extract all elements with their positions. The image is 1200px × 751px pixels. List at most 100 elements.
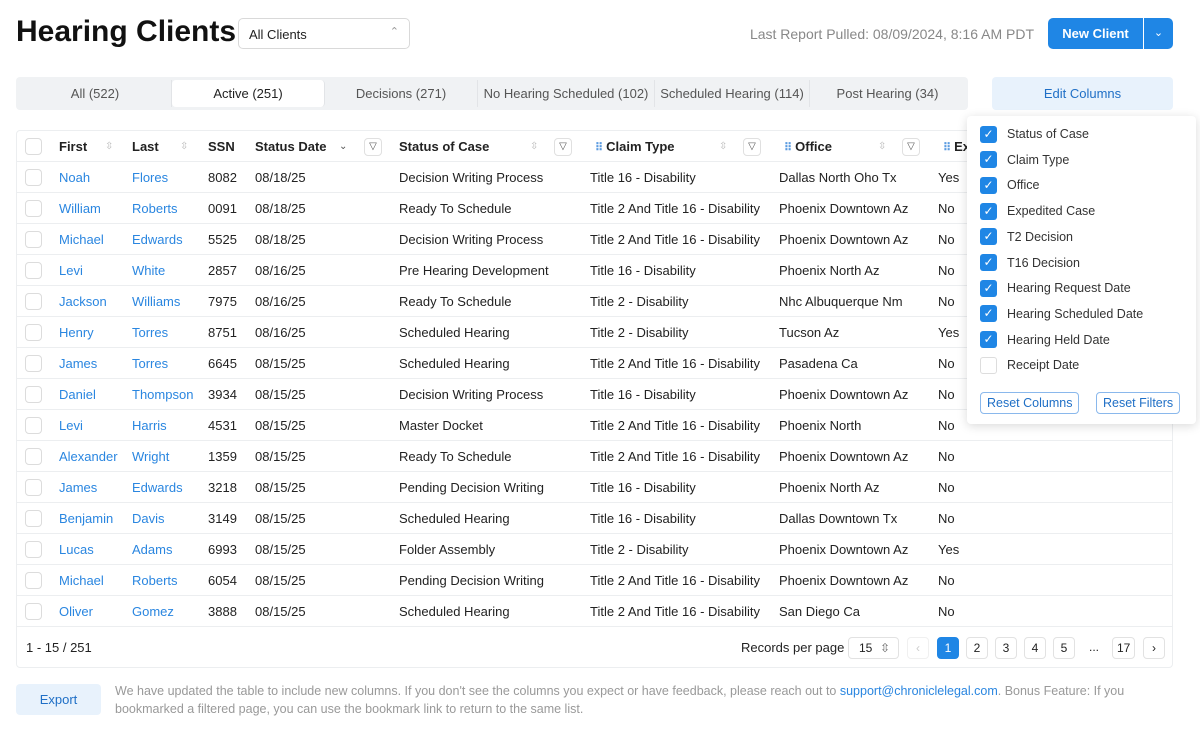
first-name-link[interactable]: Levi <box>59 410 83 441</box>
column-option[interactable]: ✓Office <box>980 175 1039 195</box>
edit-columns-button[interactable]: Edit Columns <box>992 77 1173 110</box>
first-name-link[interactable]: Daniel <box>59 379 96 410</box>
last-name-link[interactable]: Edwards <box>132 472 183 503</box>
row-checkbox[interactable] <box>25 541 42 558</box>
row-checkbox[interactable] <box>25 200 42 217</box>
checkbox-icon[interactable] <box>980 357 997 374</box>
last-name-link[interactable]: Torres <box>132 317 168 348</box>
select-all-checkbox[interactable] <box>25 138 42 155</box>
row-checkbox[interactable] <box>25 572 42 589</box>
last-name-link[interactable]: Thompson <box>132 379 193 410</box>
last-name-link[interactable]: Williams <box>132 286 180 317</box>
first-name-link[interactable]: James <box>59 472 97 503</box>
filter-icon[interactable]: ▽ <box>902 138 920 156</box>
export-button[interactable]: Export <box>16 684 101 715</box>
column-option[interactable]: ✓Hearing Scheduled Date <box>980 304 1143 324</box>
row-checkbox[interactable] <box>25 262 42 279</box>
checkbox-icon[interactable]: ✓ <box>980 126 997 143</box>
drag-handle-icon[interactable]: ⠿ <box>784 142 795 154</box>
sort-icon[interactable]: ⇳ <box>719 131 727 162</box>
first-name-link[interactable]: Michael <box>59 565 104 596</box>
header-status-date[interactable]: Status Date <box>255 131 327 162</box>
column-option[interactable]: ✓T16 Decision <box>980 253 1080 273</box>
checkbox-icon[interactable]: ✓ <box>980 331 997 348</box>
page-button[interactable]: 17 <box>1112 637 1135 659</box>
row-checkbox[interactable] <box>25 231 42 248</box>
next-page-button[interactable]: › <box>1143 637 1165 659</box>
last-name-link[interactable]: Harris <box>132 410 167 441</box>
first-name-link[interactable]: James <box>59 348 97 379</box>
row-checkbox[interactable] <box>25 417 42 434</box>
first-name-link[interactable]: Oliver <box>59 596 93 627</box>
first-name-link[interactable]: Alexander <box>59 441 118 472</box>
page-button[interactable]: 2 <box>966 637 988 659</box>
reset-columns-button[interactable]: Reset Columns <box>980 392 1079 414</box>
first-name-link[interactable]: Benjamin <box>59 503 113 534</box>
sort-icon[interactable]: ⇳ <box>105 131 113 162</box>
filter-icon[interactable]: ▽ <box>743 138 761 156</box>
first-name-link[interactable]: Henry <box>59 317 94 348</box>
column-option[interactable]: ✓Claim Type <box>980 150 1069 170</box>
row-checkbox[interactable] <box>25 510 42 527</box>
sort-icon[interactable]: ⇳ <box>530 131 538 162</box>
client-filter-select[interactable]: All Clients⌃ <box>238 18 410 49</box>
first-name-link[interactable]: Levi <box>59 255 83 286</box>
column-option[interactable]: ✓Expedited Case <box>980 201 1095 221</box>
row-checkbox[interactable] <box>25 169 42 186</box>
checkbox-icon[interactable]: ✓ <box>980 151 997 168</box>
tab-post-hearing[interactable]: Post Hearing (34) <box>810 80 965 107</box>
checkbox-icon[interactable]: ✓ <box>980 280 997 297</box>
support-email-link[interactable]: support@chroniclelegal.com <box>840 684 998 698</box>
last-name-link[interactable]: White <box>132 255 165 286</box>
header-ssn[interactable]: SSN <box>208 131 235 162</box>
first-name-link[interactable]: Lucas <box>59 534 94 565</box>
checkbox-icon[interactable]: ✓ <box>980 254 997 271</box>
tab-no-hearing-scheduled[interactable]: No Hearing Scheduled (102) <box>478 80 655 107</box>
row-checkbox[interactable] <box>25 479 42 496</box>
tab-scheduled-hearing[interactable]: Scheduled Hearing (114) <box>655 80 810 107</box>
chevron-down-icon[interactable]: ⌄ <box>339 131 347 162</box>
checkbox-icon[interactable]: ✓ <box>980 203 997 220</box>
prev-page-button[interactable]: ‹ <box>907 637 929 659</box>
first-name-link[interactable]: Michael <box>59 224 104 255</box>
column-option[interactable]: ✓T2 Decision <box>980 227 1073 247</box>
column-option[interactable]: ✓Hearing Held Date <box>980 330 1110 350</box>
header-status-of-case[interactable]: Status of Case <box>399 131 489 162</box>
column-option[interactable]: ✓Status of Case <box>980 124 1089 144</box>
sort-icon[interactable]: ⇳ <box>180 131 188 162</box>
row-checkbox[interactable] <box>25 324 42 341</box>
row-checkbox[interactable] <box>25 386 42 403</box>
checkbox-icon[interactable]: ✓ <box>980 305 997 322</box>
checkbox-icon[interactable]: ✓ <box>980 228 997 245</box>
filter-icon[interactable]: ▽ <box>554 138 572 156</box>
last-name-link[interactable]: Edwards <box>132 224 183 255</box>
last-name-link[interactable]: Gomez <box>132 596 174 627</box>
drag-handle-icon[interactable]: ⠿ <box>943 142 954 154</box>
page-button[interactable]: 5 <box>1053 637 1075 659</box>
page-button[interactable]: 4 <box>1024 637 1046 659</box>
header-first[interactable]: First <box>59 131 87 162</box>
last-name-link[interactable]: Wright <box>132 441 169 472</box>
row-checkbox[interactable] <box>25 293 42 310</box>
sort-icon[interactable]: ⇳ <box>878 131 886 162</box>
page-button[interactable]: 3 <box>995 637 1017 659</box>
row-checkbox[interactable] <box>25 355 42 372</box>
row-checkbox[interactable] <box>25 603 42 620</box>
last-name-link[interactable]: Adams <box>132 534 172 565</box>
filter-icon[interactable]: ▽ <box>364 138 382 156</box>
header-last[interactable]: Last <box>132 131 159 162</box>
new-client-dropdown-button[interactable]: ⌄ <box>1144 18 1173 49</box>
checkbox-icon[interactable]: ✓ <box>980 177 997 194</box>
reset-filters-button[interactable]: Reset Filters <box>1096 392 1180 414</box>
first-name-link[interactable]: William <box>59 193 101 224</box>
last-name-link[interactable]: Roberts <box>132 565 178 596</box>
last-name-link[interactable]: Davis <box>132 503 165 534</box>
tab-decisions[interactable]: Decisions (271) <box>325 80 478 107</box>
records-per-page-select[interactable]: 15⇳ <box>848 637 899 659</box>
tab-active[interactable]: Active (251) <box>172 80 325 107</box>
row-checkbox[interactable] <box>25 448 42 465</box>
page-button[interactable]: 1 <box>937 637 959 659</box>
column-option[interactable]: Receipt Date <box>980 355 1079 375</box>
column-option[interactable]: ✓Hearing Request Date <box>980 278 1131 298</box>
header-office[interactable]: ⠿ Office <box>784 131 832 164</box>
